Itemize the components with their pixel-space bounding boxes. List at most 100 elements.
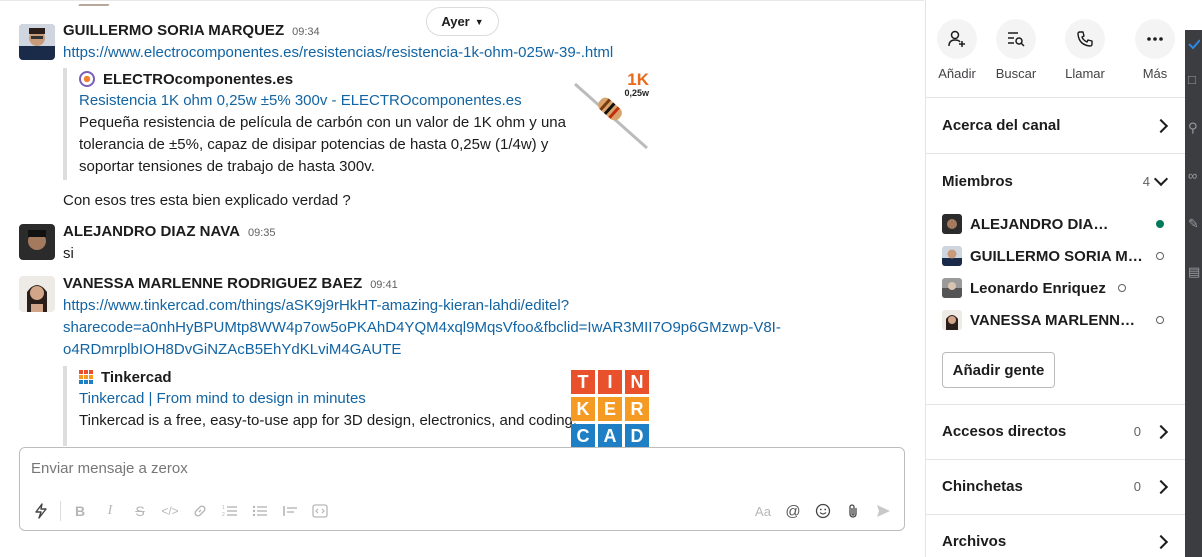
members-count: 4 <box>1142 174 1150 189</box>
shortcuts-label: Accesos directos <box>942 423 1067 440</box>
code-block-icon[interactable] <box>305 496 335 526</box>
site-favicon-icon <box>79 71 95 87</box>
member-name: ALEJANDRO DIAZ NAVA <box>970 215 1110 233</box>
code-icon[interactable]: </> <box>155 496 185 526</box>
avatar[interactable] <box>19 24 55 60</box>
attach-icon[interactable] <box>838 496 868 526</box>
about-channel-row[interactable]: Acerca del canal <box>926 99 1186 154</box>
logo-tile: K <box>571 397 595 421</box>
avatar[interactable] <box>19 276 55 312</box>
search-list-icon <box>996 19 1036 59</box>
message-text: Con esos tres esta bien explicado verdad… <box>63 192 351 209</box>
action-label: Buscar <box>995 66 1037 81</box>
author-name[interactable]: VANESSA MARLENNE RODRIGUEZ BAEZ <box>63 275 362 292</box>
more-icon <box>1135 19 1175 59</box>
files-row[interactable]: Archivos <box>926 515 1186 557</box>
composer-placeholder: Enviar mensaje a zerox <box>31 460 188 477</box>
chevron-down-icon[interactable] <box>1153 171 1169 187</box>
svg-text:2: 2 <box>222 512 225 518</box>
member-item[interactable]: Leonardo Enriquez <box>942 277 1172 299</box>
action-label: Añadir <box>938 66 976 81</box>
message-link[interactable]: https://www.electrocomponentes.es/resist… <box>63 42 613 64</box>
members-title[interactable]: Miembros <box>942 173 1013 190</box>
add-person-icon <box>937 19 977 59</box>
divider <box>0 0 924 1</box>
link-icon[interactable] <box>185 496 215 526</box>
italic-icon[interactable]: I <box>95 496 125 526</box>
shortcuts-count: 0 <box>1133 424 1141 439</box>
call-button[interactable]: Llamar <box>1055 19 1115 81</box>
search-icon[interactable]: ⚲ <box>1188 120 1202 135</box>
link-icon[interactable]: ∞ <box>1188 168 1202 183</box>
send-icon[interactable] <box>868 496 898 526</box>
timestamp[interactable]: 09:35 <box>248 227 276 239</box>
date-divider-label: Ayer <box>441 14 470 29</box>
pins-label: Chinchetas <box>942 478 1023 495</box>
message-link[interactable]: https://www.tinkercad.com/things/aSK9j9r… <box>63 295 569 317</box>
timestamp[interactable]: 09:41 <box>370 279 398 291</box>
member-item[interactable]: VANESSA MARLENNE RODRIGUEZ BAEZ <box>942 309 1172 331</box>
member-name: VANESSA MARLENNE RODRIGUEZ BAEZ <box>970 311 1145 329</box>
member-item[interactable]: ALEJANDRO DIAZ NAVA <box>942 213 1172 235</box>
avatar <box>942 214 962 234</box>
document-icon[interactable]: ▤ <box>1188 264 1202 279</box>
member-item[interactable]: GUILLERMO SORIA MARQUEZ <box>942 245 1172 267</box>
link-preview: Tinkercad Tinkercad | From mind to desig… <box>63 366 663 448</box>
thumb-label-big: 1K <box>627 70 649 89</box>
preview-description-line: soportar tensiones de trabajo de hasta 3… <box>79 158 375 175</box>
bulleted-list-icon[interactable] <box>245 496 275 526</box>
member-name: Leonardo Enriquez <box>970 279 1106 297</box>
logo-tile: E <box>598 397 622 421</box>
logo-tile: C <box>571 424 595 448</box>
message-composer[interactable]: Enviar mensaje a zerox B I S </> 12 Aa @ <box>19 447 905 531</box>
shortcuts-lightning-icon[interactable] <box>26 496 56 526</box>
strip-top <box>1185 0 1202 30</box>
author-name[interactable]: ALEJANDRO DIAZ NAVA <box>63 223 240 240</box>
phone-icon <box>1065 19 1105 59</box>
avatar <box>942 310 962 330</box>
member-name: GUILLERMO SORIA MARQUEZ <box>970 247 1145 265</box>
offline-status-icon <box>1117 284 1126 292</box>
more-button[interactable]: Más <box>1125 19 1185 81</box>
logo-tile: R <box>625 397 649 421</box>
emoji-icon[interactable] <box>808 496 838 526</box>
message-link[interactable]: o4RDmrplbIOH8DvGiNZAcB5EhYdKLviM4GAUTE <box>63 339 401 361</box>
mention-icon[interactable]: @ <box>778 496 808 526</box>
action-label: Llamar <box>1065 66 1105 81</box>
ordered-list-icon[interactable]: 12 <box>215 496 245 526</box>
shortcuts-row[interactable]: Accesos directos 0 <box>926 405 1186 460</box>
chevron-right-icon <box>1153 118 1169 134</box>
message-link[interactable]: sharecode=a0nhHyBPUMtp8WW4p7ow5oPKAhD4YQ… <box>63 317 781 339</box>
tinkercad-favicon-icon <box>79 370 93 384</box>
logo-tile: A <box>598 424 622 448</box>
preview-thumbnail[interactable]: 1K 0,25w <box>571 70 651 152</box>
chevron-right-icon <box>1153 424 1169 440</box>
logo-tile: N <box>625 370 649 394</box>
strikethrough-icon[interactable]: S <box>125 496 155 526</box>
composer-toolbar: B I S </> 12 Aa @ <box>20 492 904 530</box>
add-button[interactable]: Añadir <box>927 19 987 81</box>
avatar[interactable] <box>19 224 55 260</box>
date-divider-button[interactable]: Ayer ▼ <box>426 7 499 36</box>
tinkercad-logo[interactable]: T I N K E R C A D <box>571 370 651 448</box>
formatting-toggle-icon[interactable]: Aa <box>748 496 778 526</box>
action-label: Más <box>1142 66 1168 81</box>
blockquote-icon[interactable] <box>275 496 305 526</box>
copy-icon[interactable]: □ <box>1188 72 1202 87</box>
logo-tile: I <box>598 370 622 394</box>
timestamp[interactable]: 09:34 <box>292 26 320 38</box>
svg-text:1: 1 <box>222 505 225 511</box>
previous-image-edge <box>78 0 112 6</box>
preview-site-name: ELECTROcomponentes.es <box>103 70 294 88</box>
bold-icon[interactable]: B <box>65 496 95 526</box>
check-icon[interactable] <box>1188 38 1200 50</box>
add-people-button[interactable]: Añadir gente <box>942 352 1055 388</box>
author-name[interactable]: GUILLERMO SORIA MARQUEZ <box>63 22 284 39</box>
channel-details-panel: Añadir Buscar Llamar Más Acerca del cana… <box>925 0 1186 557</box>
edit-icon[interactable]: ✎ <box>1188 216 1202 231</box>
avatar <box>942 278 962 298</box>
search-button[interactable]: Buscar <box>986 19 1046 81</box>
pins-row[interactable]: Chinchetas 0 <box>926 460 1186 515</box>
offline-status-icon <box>1156 316 1164 324</box>
channel-actions: Añadir Buscar Llamar Más <box>926 0 1185 98</box>
